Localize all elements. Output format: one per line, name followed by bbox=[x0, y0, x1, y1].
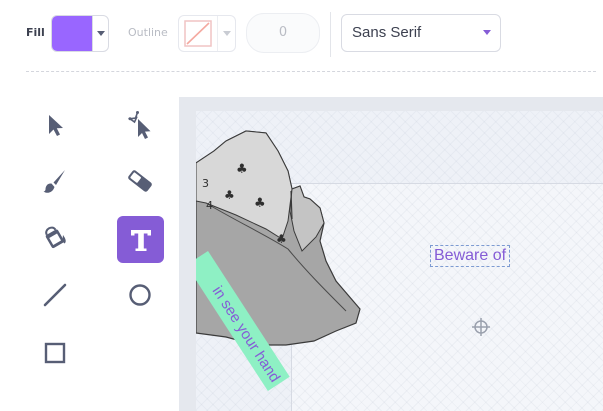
line-tool[interactable] bbox=[32, 272, 78, 318]
text-tool[interactable] bbox=[117, 216, 164, 263]
svg-text:♣: ♣ bbox=[236, 162, 248, 177]
svg-text:♣: ♣ bbox=[254, 196, 266, 211]
fill-color-swatch[interactable] bbox=[52, 16, 92, 51]
svg-text:3: 3 bbox=[202, 177, 209, 190]
reshape-cursor-icon bbox=[127, 111, 151, 139]
fill-color-picker[interactable] bbox=[51, 15, 109, 52]
canvas-text-object[interactable]: Beware of bbox=[430, 245, 511, 267]
text-t-icon bbox=[130, 229, 151, 251]
brush-tool[interactable] bbox=[32, 158, 78, 204]
outline-width-input[interactable]: 0 bbox=[246, 13, 320, 53]
paint-bucket-icon bbox=[45, 226, 66, 249]
chevron-down-icon bbox=[483, 30, 491, 35]
svg-text:♣: ♣ bbox=[276, 232, 287, 246]
brush-icon bbox=[43, 170, 65, 193]
chevron-down-icon bbox=[222, 31, 231, 36]
font-dropdown-label: Sans Serif bbox=[352, 24, 422, 41]
fill-tool[interactable] bbox=[32, 214, 78, 260]
svg-text:♣: ♣ bbox=[224, 188, 235, 202]
circle-icon bbox=[129, 284, 151, 306]
eraser-tool[interactable] bbox=[117, 158, 163, 204]
select-tool[interactable] bbox=[32, 102, 78, 148]
toolbar-divider bbox=[330, 12, 331, 57]
rectangle-tool[interactable] bbox=[32, 330, 78, 376]
outline-color-swatch[interactable] bbox=[179, 16, 217, 51]
crosshair-icon bbox=[472, 318, 490, 336]
toolbar-divider-line bbox=[26, 71, 596, 72]
circle-tool[interactable] bbox=[117, 272, 163, 318]
eraser-icon bbox=[128, 170, 152, 192]
paint-canvas[interactable]: ♣ ♣ ♣ ♣ 3 4 Beware of in see your hand bbox=[196, 111, 603, 411]
arrow-cursor-icon bbox=[49, 115, 63, 136]
chevron-down-icon bbox=[96, 31, 105, 36]
font-dropdown[interactable]: Sans Serif bbox=[341, 14, 501, 52]
outline-label: Outline bbox=[128, 26, 168, 39]
square-icon bbox=[44, 342, 66, 364]
reshape-tool[interactable] bbox=[117, 102, 163, 148]
no-color-icon bbox=[184, 20, 212, 47]
svg-text:4: 4 bbox=[206, 199, 213, 212]
outline-color-picker[interactable] bbox=[178, 15, 236, 52]
fill-dropdown-arrow[interactable] bbox=[92, 16, 108, 51]
outline-dropdown-arrow[interactable] bbox=[217, 16, 235, 51]
line-icon bbox=[43, 283, 67, 307]
fill-label: Fill bbox=[26, 26, 45, 39]
